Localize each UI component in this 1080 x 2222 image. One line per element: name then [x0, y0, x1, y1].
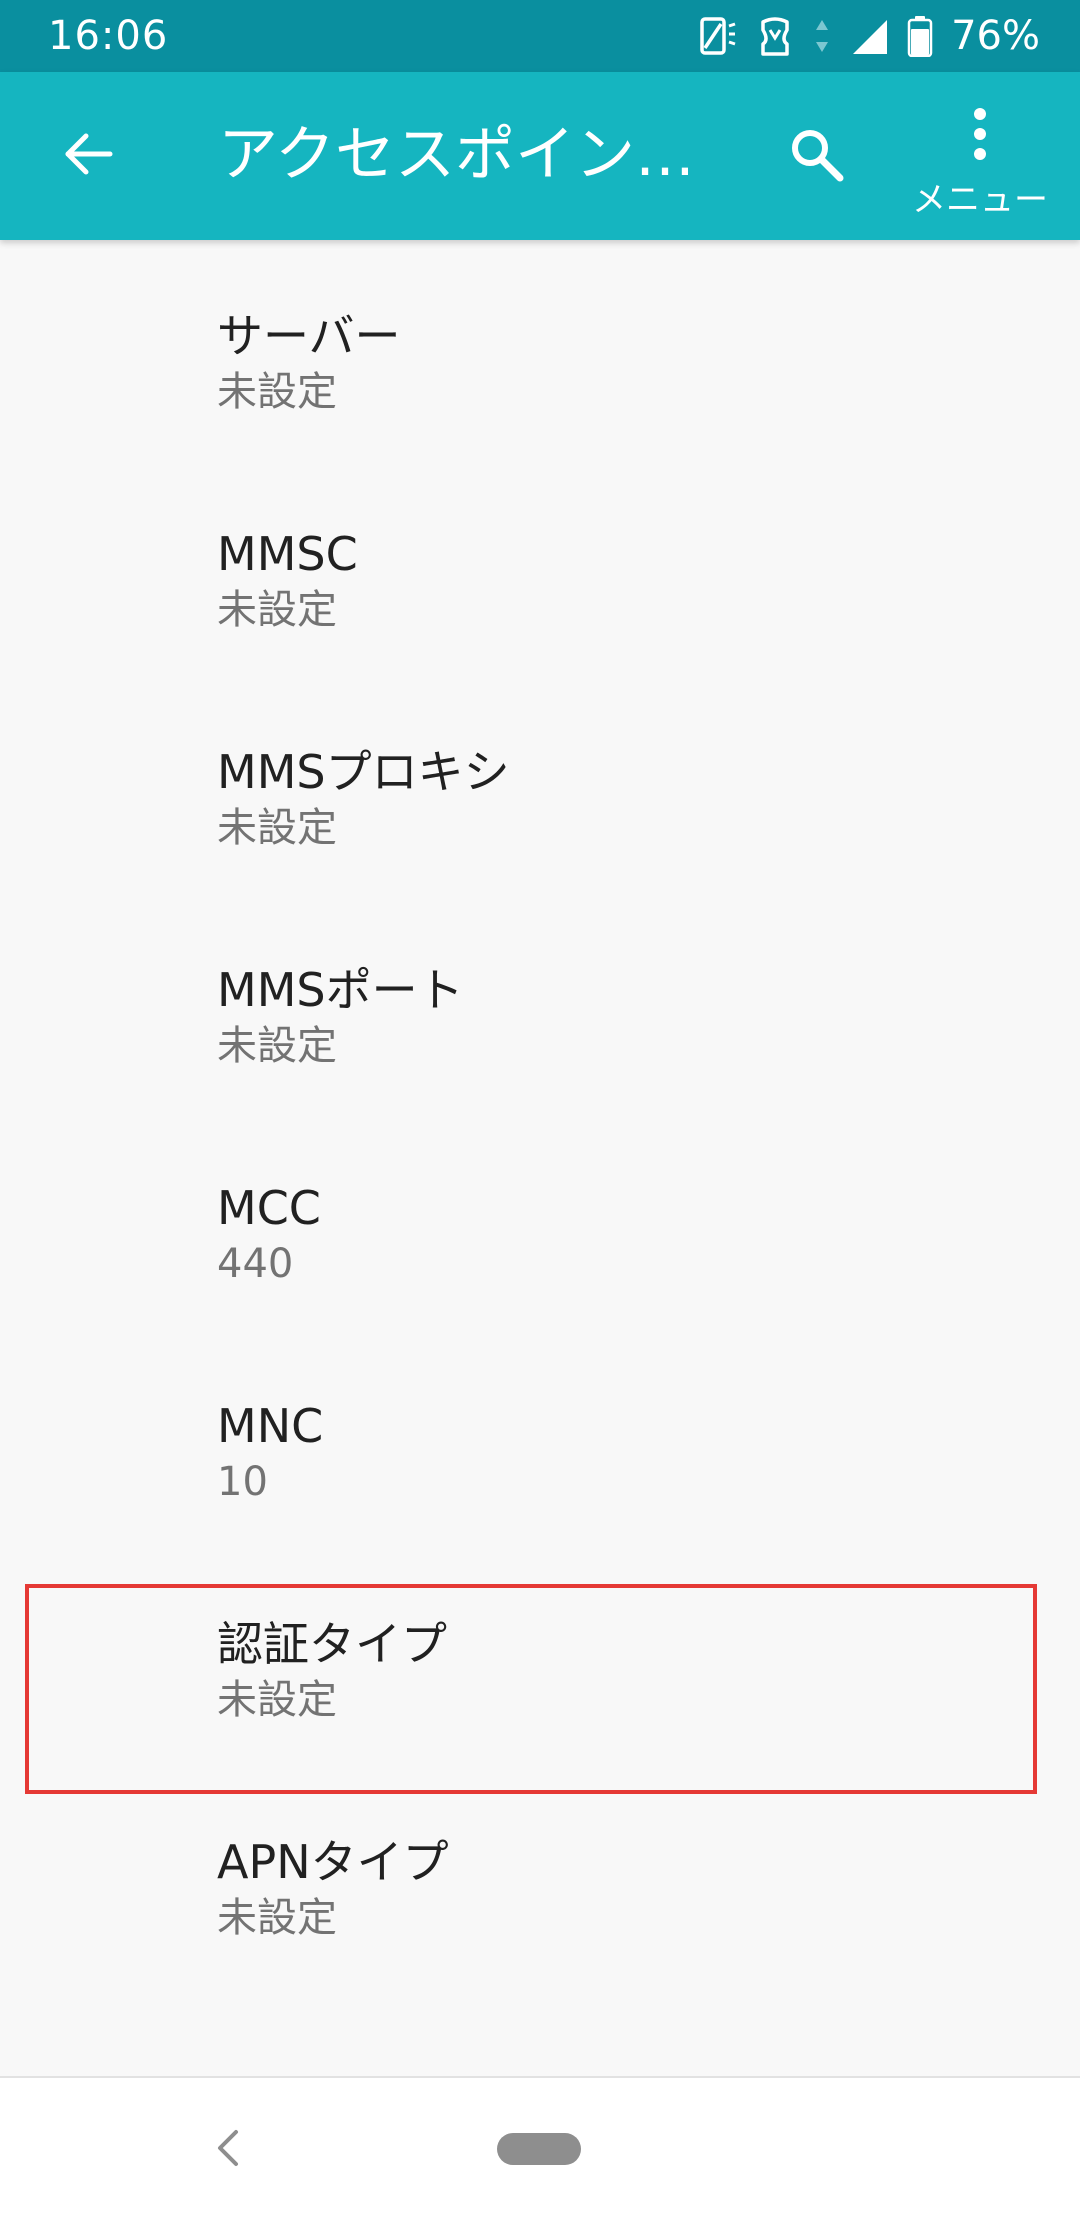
list-item-mms-proxy[interactable]: MMSプロキシ 未設定 [0, 738, 1080, 918]
item-value: 未設定 [217, 369, 337, 415]
item-title: MCC [217, 1181, 321, 1235]
item-value: 未設定 [217, 805, 337, 851]
page-title: アクセスポイン… [218, 120, 688, 190]
menu-label: メニュー [912, 180, 1048, 220]
status-icons: 76% [693, 12, 1040, 60]
menu-button[interactable]: メニュー [900, 92, 1060, 232]
app-bar: アクセスポイン… メニュー [0, 72, 1080, 240]
more-vert-icon [968, 106, 992, 170]
item-value: 10 [217, 1459, 268, 1505]
battery-icon [907, 15, 933, 57]
home-pill-icon[interactable] [497, 2133, 581, 2165]
item-title: MNC [217, 1399, 324, 1453]
list-item-mms-port[interactable]: MMSポート 未設定 [0, 956, 1080, 1136]
battery-percent: 76% [951, 13, 1040, 59]
item-title: 認証タイプ [217, 1617, 447, 1671]
item-value: 未設定 [217, 587, 337, 633]
signal-icon [849, 16, 889, 56]
navigation-bar [0, 2076, 1080, 2222]
item-value: 440 [217, 1241, 294, 1287]
nav-back-icon [214, 2126, 242, 2174]
list-item-auth-type[interactable]: 認証タイプ 未設定 [0, 1610, 1080, 1790]
back-button[interactable] [40, 108, 136, 204]
arrow-back-icon [60, 126, 116, 186]
item-value: 未設定 [217, 1677, 337, 1723]
item-title: サーバー [217, 309, 401, 363]
item-title: APNタイプ [217, 1835, 449, 1889]
item-title: MMSプロキシ [217, 745, 510, 799]
search-button[interactable] [768, 108, 864, 204]
vibrate-icon [693, 14, 737, 58]
list-item-mnc[interactable]: MNC 10 [0, 1392, 1080, 1572]
battery-saver-icon [755, 14, 795, 58]
item-title: MMSポート [217, 963, 464, 1017]
item-value: 未設定 [217, 1895, 337, 1941]
status-bar: 16:06 76% [0, 0, 1080, 72]
item-title: MMSC [217, 527, 358, 581]
search-icon [786, 124, 846, 188]
battery-fill [911, 29, 930, 55]
list-item-apn-type[interactable]: APNタイプ 未設定 [0, 1828, 1080, 2008]
list-item-mmsc[interactable]: MMSC 未設定 [0, 520, 1080, 700]
item-value: 未設定 [217, 1023, 337, 1069]
nav-back-button[interactable] [200, 2118, 256, 2182]
list-item-mcc[interactable]: MCC 440 [0, 1174, 1080, 1354]
status-time: 16:06 [48, 13, 169, 59]
data-arrows-icon [813, 16, 831, 56]
list-item-server[interactable]: サーバー 未設定 [0, 302, 1080, 482]
